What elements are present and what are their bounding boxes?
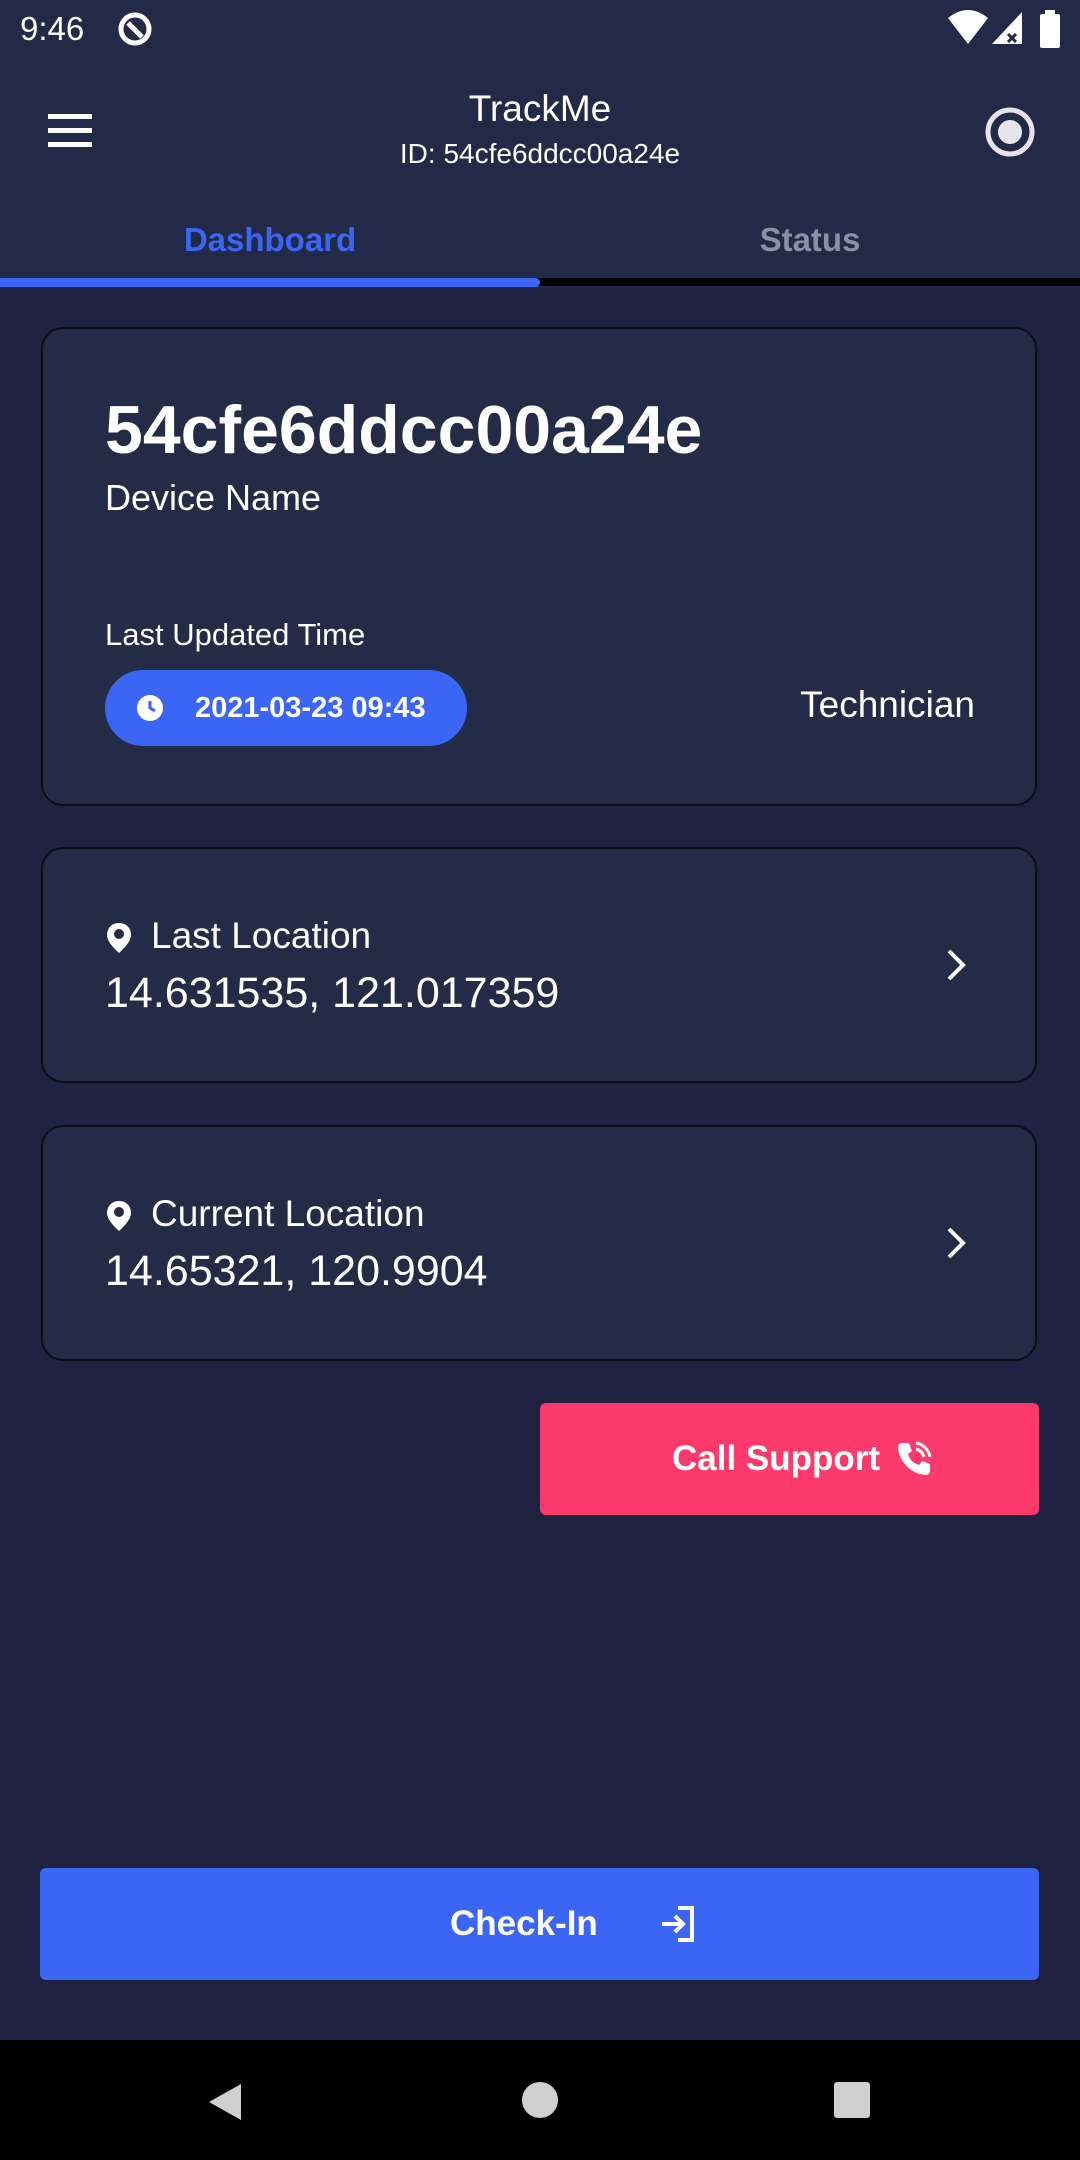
- battery-icon: [1040, 10, 1060, 48]
- record-icon[interactable]: [980, 102, 1040, 162]
- last-location-label: Last Location: [151, 915, 372, 956]
- login-icon: [662, 1906, 694, 1942]
- check-in-button[interactable]: Check-In: [40, 1868, 1039, 1980]
- device-card: 54cfe6ddcc00a24e Device Name Last Update…: [41, 327, 1037, 806]
- tab-bar: Dashboard Status: [0, 198, 1080, 288]
- tab-indicator: [0, 278, 540, 287]
- call-support-button[interactable]: Call Support: [540, 1403, 1039, 1515]
- device-name-label: Device Name: [105, 477, 322, 518]
- chevron-right-icon[interactable]: [941, 1223, 971, 1263]
- current-location-value: 14.65321, 120.9904: [105, 1247, 488, 1295]
- check-in-label: Check-In: [450, 1904, 598, 1943]
- last-location-value: 14.631535, 121.017359: [105, 969, 560, 1017]
- wifi-icon: [948, 10, 988, 44]
- signal-icon: [992, 12, 1022, 44]
- tab-status[interactable]: Status: [540, 198, 1080, 282]
- app-bar: TrackMe ID: 54cfe6ddcc00a24e: [0, 64, 1080, 198]
- home-icon[interactable]: [522, 2082, 558, 2118]
- app-subtitle: ID: 54cfe6ddcc00a24e: [399, 138, 681, 169]
- app-title-block: TrackMe ID: 54cfe6ddcc00a24e: [0, 88, 1080, 170]
- last-location-card[interactable]: Last Location 14.631535, 121.017359: [41, 847, 1037, 1083]
- clock-icon: [137, 695, 163, 721]
- location-pin-icon: [107, 923, 131, 953]
- current-location-card[interactable]: Current Location 14.65321, 120.9904: [41, 1125, 1037, 1361]
- current-location-label: Current Location: [151, 1193, 425, 1234]
- call-support-label: Call Support: [672, 1439, 881, 1478]
- app-title: TrackMe: [468, 88, 612, 129]
- system-nav-bar: [0, 2040, 1080, 2160]
- back-icon[interactable]: [205, 2080, 245, 2124]
- location-pin-icon: [107, 1201, 131, 1231]
- user-role: Technician: [800, 684, 975, 725]
- last-updated-time: 2021-03-23 09:43: [195, 692, 426, 724]
- device-id: 54cfe6ddcc00a24e: [105, 392, 703, 468]
- status-time: 9:46: [20, 10, 85, 47]
- phone-icon: [898, 1441, 932, 1475]
- status-bar: 9:46: [0, 0, 1080, 64]
- last-updated-badge: 2021-03-23 09:43: [105, 670, 467, 746]
- last-updated-label: Last Updated Time: [105, 617, 366, 652]
- chevron-right-icon[interactable]: [941, 945, 971, 985]
- tab-dashboard[interactable]: Dashboard: [0, 198, 540, 282]
- recent-apps-icon[interactable]: [834, 2082, 870, 2118]
- notification-icon: [118, 12, 152, 46]
